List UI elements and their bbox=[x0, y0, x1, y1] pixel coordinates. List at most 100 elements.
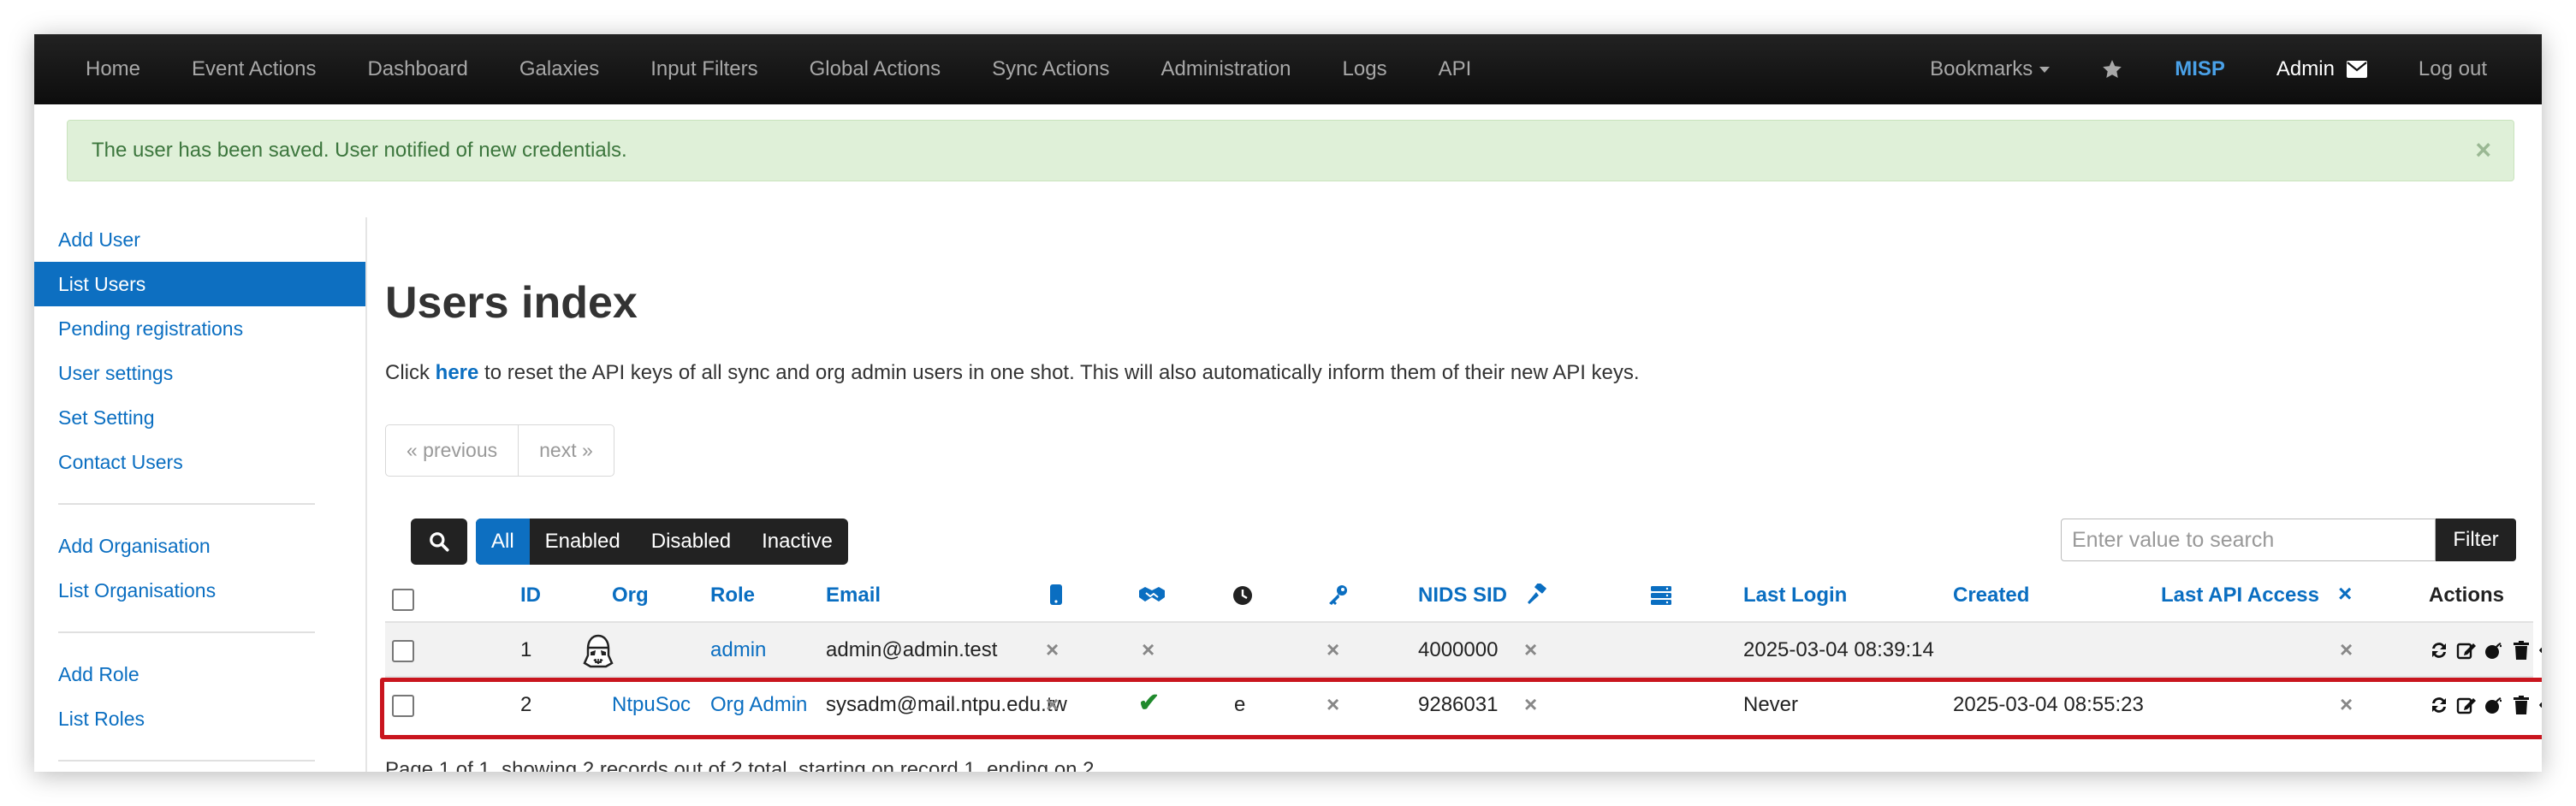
nav-input-filters[interactable]: Input Filters bbox=[625, 34, 783, 104]
top-navbar: Home Event Actions Dashboard Galaxies In… bbox=[34, 34, 2542, 104]
select-all-checkbox[interactable] bbox=[392, 589, 414, 611]
row-actions bbox=[2429, 695, 2542, 715]
sidebar-item-list-organisations[interactable]: List Organisations bbox=[34, 568, 366, 613]
bomb-icon[interactable] bbox=[2484, 695, 2504, 715]
key-icon[interactable] bbox=[1327, 584, 1349, 610]
sidebar-item-pending-registrations[interactable]: Pending registrations bbox=[34, 306, 366, 351]
table-row: 2 NtpuSoc Org Admin sysadm@mail.ntpu.edu… bbox=[385, 676, 2542, 734]
sidebar-item-add-user[interactable]: Add User bbox=[34, 217, 366, 262]
header-role[interactable]: Role bbox=[710, 584, 755, 607]
edit-icon[interactable] bbox=[2456, 695, 2477, 715]
sidebar-item-add-organisation[interactable]: Add Organisation bbox=[34, 524, 366, 568]
nav-administration[interactable]: Administration bbox=[1135, 34, 1316, 104]
reset-prefix: Click bbox=[385, 361, 436, 384]
key-status: × bbox=[1327, 637, 1340, 662]
sidebar-divider bbox=[58, 503, 315, 505]
next-page-button[interactable]: next » bbox=[518, 425, 614, 476]
header-id[interactable]: ID bbox=[520, 584, 541, 607]
search-input[interactable] bbox=[2061, 519, 2436, 561]
header-org[interactable]: Org bbox=[612, 584, 649, 607]
search-button[interactable] bbox=[411, 519, 467, 565]
status-filter-group: All Enabled Disabled Inactive bbox=[476, 519, 848, 565]
sidebar-item-user-settings[interactable]: User settings bbox=[34, 351, 366, 395]
nav-dashboard[interactable]: Dashboard bbox=[341, 34, 493, 104]
sidebar-item-list-users[interactable]: List Users bbox=[34, 262, 366, 306]
filter-button[interactable]: Filter bbox=[2436, 519, 2516, 561]
user-email: admin@admin.test bbox=[826, 638, 998, 661]
edit-icon[interactable] bbox=[2456, 640, 2477, 661]
key-status: × bbox=[1327, 691, 1340, 717]
eye-icon[interactable] bbox=[2538, 640, 2542, 661]
header-last-api-access[interactable]: Last API Access bbox=[2161, 584, 2319, 607]
trash-icon[interactable] bbox=[2511, 695, 2531, 715]
check-icon: ✔ bbox=[1138, 689, 1160, 717]
pagination-summary: Page 1 of 1, showing 2 records out of 2 … bbox=[385, 758, 1095, 772]
nav-event-actions[interactable]: Event Actions bbox=[166, 34, 341, 104]
user-role-link[interactable]: admin bbox=[710, 638, 766, 662]
server-icon[interactable] bbox=[1650, 585, 1672, 610]
user-id: 1 bbox=[520, 638, 532, 661]
sidebar-border bbox=[365, 217, 367, 772]
previous-page-button[interactable]: « previous bbox=[386, 425, 518, 476]
header-created[interactable]: Created bbox=[1953, 584, 2029, 607]
mobile-status: × bbox=[1046, 637, 1059, 662]
last-login-value: Never bbox=[1743, 693, 1799, 716]
sidebar-item-set-setting[interactable]: Set Setting bbox=[34, 395, 366, 440]
filter-enabled-button[interactable]: Enabled bbox=[530, 519, 636, 565]
close-icon[interactable]: × bbox=[2475, 136, 2491, 163]
sidebar-item-contact-users[interactable]: Contact Users bbox=[34, 440, 366, 484]
gavel-status: × bbox=[1524, 637, 1538, 662]
filter-all-button[interactable]: All bbox=[476, 519, 530, 565]
filter-inactive-button[interactable]: Inactive bbox=[746, 519, 848, 565]
gavel-status: × bbox=[1524, 691, 1538, 717]
nav-galaxies[interactable]: Galaxies bbox=[494, 34, 625, 104]
success-alert: The user has been saved. User notified o… bbox=[67, 120, 2514, 181]
mobile-icon[interactable] bbox=[1049, 584, 1063, 610]
nav-logout[interactable]: Log out bbox=[2393, 34, 2513, 104]
trash-icon[interactable] bbox=[2511, 640, 2531, 661]
nav-logs[interactable]: Logs bbox=[1317, 34, 1413, 104]
nav-right: Bookmarks MISP Admin Log out bbox=[1904, 34, 2542, 104]
nav-user[interactable]: Admin bbox=[2251, 34, 2393, 104]
mobile-status: × bbox=[1046, 691, 1059, 717]
nids-sid-value: 9286031 bbox=[1418, 693, 1499, 716]
header-disabled[interactable]: × bbox=[2338, 580, 2352, 607]
sync-icon[interactable] bbox=[2429, 640, 2449, 661]
bookmarks-label: Bookmarks bbox=[1930, 57, 2033, 80]
header-email[interactable]: Email bbox=[826, 584, 881, 607]
nav-bookmarks[interactable]: Bookmarks bbox=[1904, 34, 2075, 104]
header-last-login[interactable]: Last Login bbox=[1743, 584, 1847, 607]
gavel-icon[interactable] bbox=[1526, 582, 1548, 610]
bomb-icon[interactable] bbox=[2484, 640, 2504, 661]
user-role-link[interactable]: Org Admin bbox=[710, 693, 807, 717]
clock-icon bbox=[1232, 585, 1253, 610]
nav-global-actions[interactable]: Global Actions bbox=[784, 34, 966, 104]
nav-api[interactable]: API bbox=[1413, 34, 1498, 104]
page-title: Users index bbox=[385, 278, 638, 328]
handshake-icon[interactable] bbox=[1138, 585, 1166, 608]
disabled-status: × bbox=[2340, 637, 2353, 662]
sidebar-item-add-role[interactable]: Add Role bbox=[34, 652, 366, 696]
user-org-link[interactable]: NtpuSoc bbox=[612, 693, 691, 717]
expiry-value: e bbox=[1234, 693, 1246, 716]
stormtrooper-avatar[interactable] bbox=[580, 633, 616, 669]
nav-sync-actions[interactable]: Sync Actions bbox=[966, 34, 1135, 104]
sync-icon[interactable] bbox=[2429, 695, 2449, 715]
nav-left: Home Event Actions Dashboard Galaxies In… bbox=[34, 34, 1497, 104]
row-checkbox[interactable] bbox=[392, 640, 414, 662]
sidebar-item-list-roles[interactable]: List Roles bbox=[34, 696, 366, 741]
nav-home[interactable]: Home bbox=[60, 34, 166, 104]
user-email: sysadm@mail.ntpu.edu.tw bbox=[826, 693, 1067, 716]
row-checkbox[interactable] bbox=[392, 695, 414, 717]
table-row: 1 admin admin@admin.test × × × 4000000 ×… bbox=[385, 621, 2542, 678]
nav-favourite[interactable] bbox=[2075, 34, 2149, 104]
eye-icon[interactable] bbox=[2538, 695, 2542, 715]
header-nids-sid[interactable]: NIDS SID bbox=[1418, 584, 1507, 607]
filter-disabled-button[interactable]: Disabled bbox=[636, 519, 746, 565]
reset-here-link[interactable]: here bbox=[436, 361, 479, 384]
disabled-status: × bbox=[2340, 691, 2353, 717]
sidebar-divider bbox=[58, 760, 315, 762]
nav-misp-brand[interactable]: MISP bbox=[2149, 34, 2251, 104]
envelope-icon bbox=[2346, 61, 2367, 78]
app-window: Home Event Actions Dashboard Galaxies In… bbox=[34, 34, 2542, 772]
